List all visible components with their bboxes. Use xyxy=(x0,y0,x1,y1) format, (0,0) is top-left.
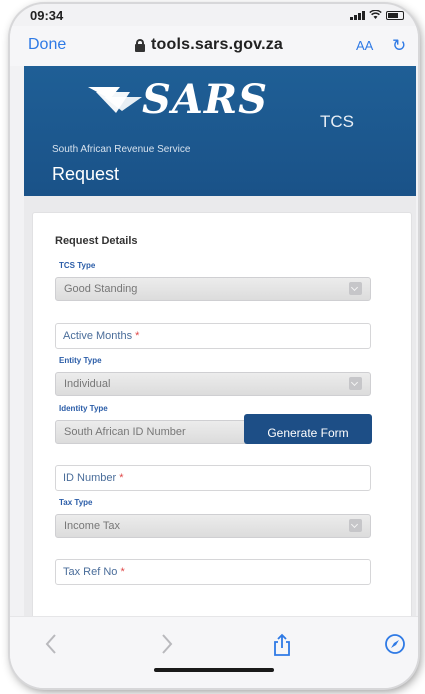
sars-header: SARS TCS South African Revenue Service R… xyxy=(24,66,416,196)
done-button[interactable]: Done xyxy=(28,36,66,54)
lock-icon xyxy=(135,38,145,52)
battery-icon xyxy=(386,11,404,20)
sars-logo: SARS xyxy=(86,76,268,123)
compass-icon[interactable] xyxy=(384,633,406,655)
home-indicator xyxy=(154,668,274,672)
status-bar: 09:34 xyxy=(10,4,418,26)
page-title: Request xyxy=(52,164,120,184)
tax-ref-input[interactable]: Tax Ref No * xyxy=(55,559,371,585)
id-number-placeholder: ID Number xyxy=(63,472,117,484)
chevron-down-icon xyxy=(349,282,362,295)
tax-ref-placeholder: Tax Ref No xyxy=(63,566,118,578)
url-text: tools.sars.gov.za xyxy=(151,36,284,53)
agency-name: South African Revenue Service xyxy=(52,144,191,155)
text-size-button[interactable]: AA xyxy=(356,38,373,53)
sars-emblem-icon xyxy=(88,86,142,113)
entity-type-select[interactable]: Individual xyxy=(55,372,371,396)
chevron-left-icon[interactable] xyxy=(44,633,58,655)
sars-wordmark: SARS xyxy=(142,76,269,123)
tcs-type-label: TCS Type xyxy=(59,261,96,270)
chevron-down-icon xyxy=(349,519,362,532)
identity-type-value: South African ID Number xyxy=(64,426,186,438)
id-number-input[interactable]: ID Number * xyxy=(55,465,371,491)
entity-type-label: Entity Type xyxy=(59,356,102,365)
tax-type-label: Tax Type xyxy=(59,498,93,507)
browser-toolbar xyxy=(10,616,418,688)
chevron-right-icon[interactable] xyxy=(160,633,174,655)
app-label: TCS xyxy=(320,112,354,131)
section-title: Request Details xyxy=(55,235,138,247)
reload-icon[interactable]: ↻ xyxy=(392,36,406,56)
tcs-type-value: Good Standing xyxy=(64,283,138,295)
entity-type-value: Individual xyxy=(64,378,111,390)
signal-icon xyxy=(350,11,365,20)
required-mark: * xyxy=(119,472,124,484)
wifi-icon xyxy=(369,10,382,19)
address-bar[interactable]: tools.sars.gov.za xyxy=(135,36,283,54)
generate-form-button[interactable]: Generate Form xyxy=(244,414,372,444)
chevron-down-icon xyxy=(349,377,362,390)
browser-bar: Done tools.sars.gov.za AA ↻ xyxy=(10,26,418,66)
phone-screen: 09:34 Done tools.sars.gov.za AA ↻ SARS T… xyxy=(10,4,418,688)
content-area: Request Details TCS Type Good Standing A… xyxy=(24,196,416,622)
tax-type-select[interactable]: Income Tax xyxy=(55,514,371,538)
active-months-placeholder: Active Months xyxy=(63,330,133,342)
tcs-type-select[interactable]: Good Standing xyxy=(55,277,371,301)
tax-type-value: Income Tax xyxy=(64,520,121,532)
status-icons xyxy=(350,10,404,20)
required-mark: * xyxy=(135,330,140,342)
required-mark: * xyxy=(120,566,125,578)
active-months-input[interactable]: Active Months * xyxy=(55,323,371,349)
status-time: 09:34 xyxy=(30,8,64,23)
identity-type-label: Identity Type xyxy=(59,404,108,413)
share-icon[interactable] xyxy=(272,633,292,657)
